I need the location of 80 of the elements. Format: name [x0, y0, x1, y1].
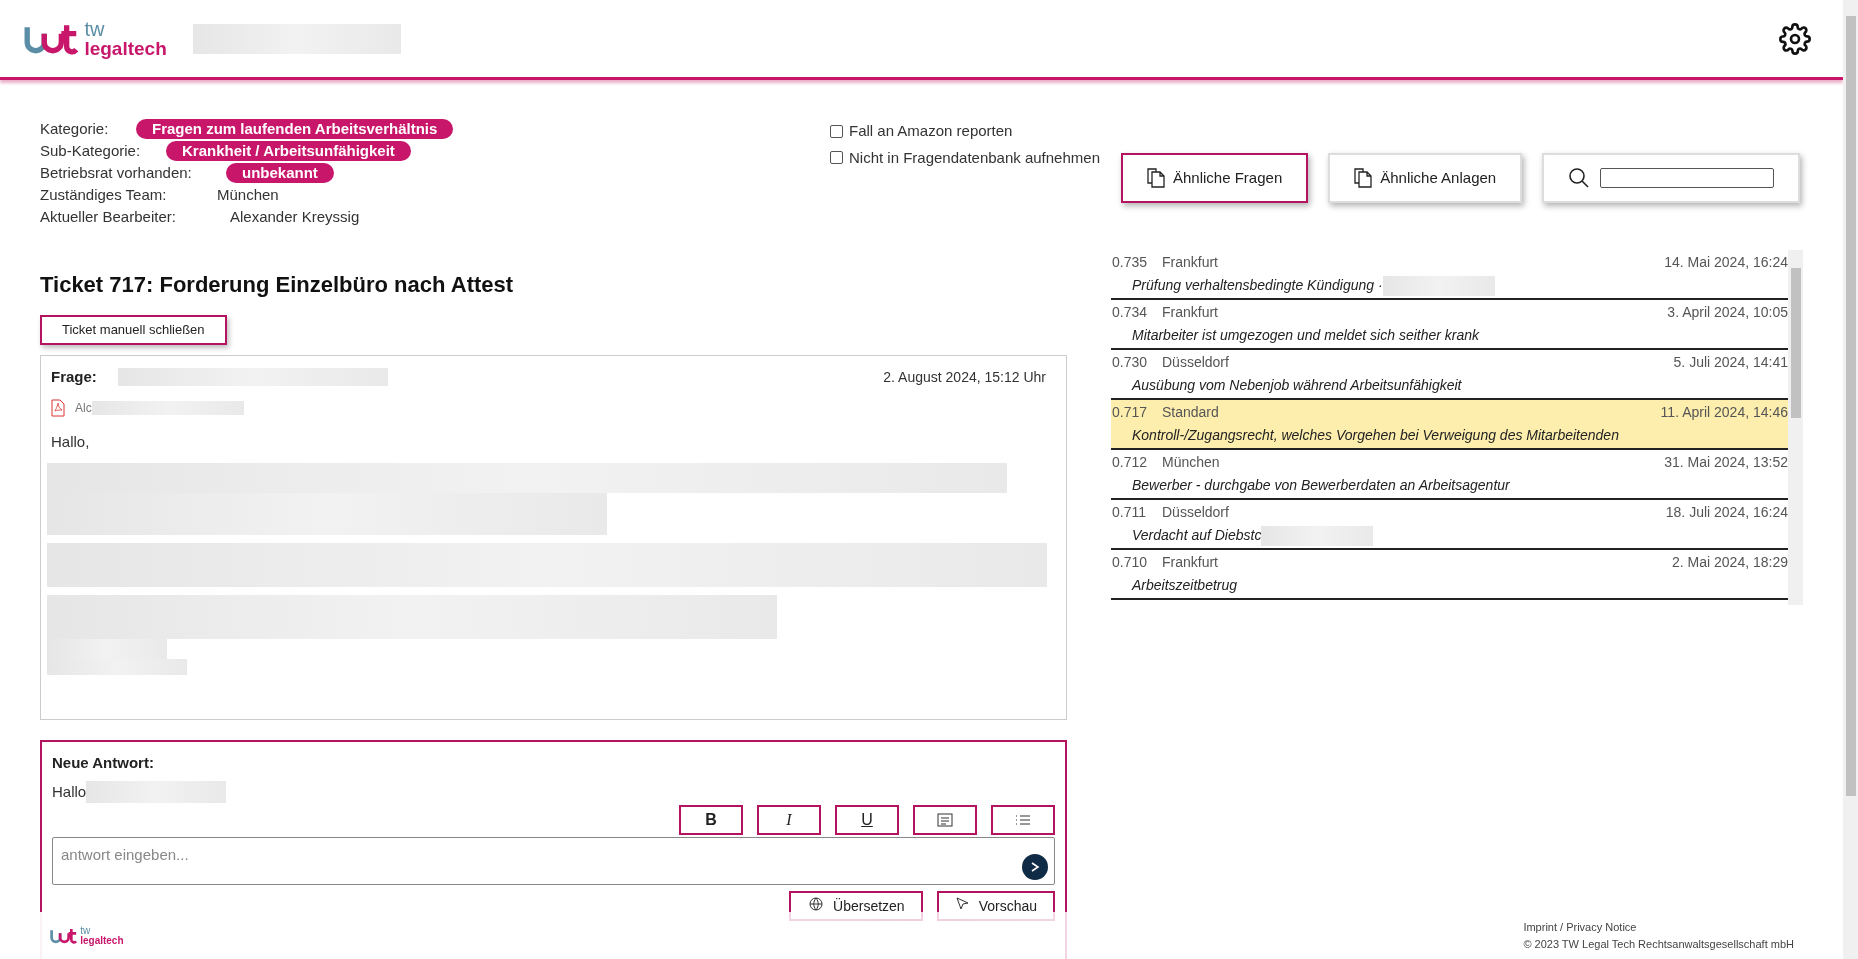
checkbox[interactable]: [830, 151, 843, 165]
similar-tab[interactable]: Ähnliche Fragen: [1121, 153, 1309, 203]
result-row[interactable]: 0.717 Standard 11. April 2024, 14:46 Kontroll-/Zugangsrecht, welches Vorgehen bei Verweigung des Mitarbeitenden: [1111, 400, 1788, 450]
result-date: 11. April 2024, 14:46: [1660, 403, 1788, 422]
result-team: Frankfurt: [1162, 553, 1218, 572]
result-team: München: [1162, 453, 1220, 472]
globe-icon: [807, 896, 826, 912]
format-button[interactable]: B: [679, 805, 743, 835]
field-label: Aktueller Bearbeiter:: [40, 206, 177, 227]
result-score: 0.711: [1112, 503, 1147, 522]
close-ticket-button[interactable]: Ticket manuell schließen: [40, 315, 227, 345]
copy-icon: [1147, 168, 1165, 188]
result-title: Verdacht auf Diebstc: [1132, 526, 1262, 545]
result-team: Düsseldorf: [1162, 353, 1229, 372]
cursor-icon: [954, 896, 971, 912]
category-tag: Fragen zum laufenden Arbeitsverhältnis: [136, 119, 454, 139]
question-label: Frage:: [51, 367, 98, 387]
search-field[interactable]: [1542, 153, 1801, 203]
format-button[interactable]: I: [757, 805, 821, 835]
field-label: Zuständiges Team:: [40, 184, 168, 205]
greeting-text: Hallo: [52, 781, 87, 802]
logo-text: legaltech: [84, 39, 167, 58]
category-tag: unbekannt: [226, 163, 334, 183]
result-date: 14. Mai 2024, 16:24: [1664, 253, 1788, 272]
checkbox[interactable]: [830, 124, 843, 138]
logo-text: legaltech: [80, 935, 124, 946]
result-team: Frankfurt: [1162, 303, 1218, 322]
answer-label: Neue Antwort:: [52, 753, 155, 773]
result-title: Arbeitszeitbetrug: [1132, 576, 1238, 595]
logo-text: tw: [80, 925, 92, 936]
greeting-text: Hallo,: [51, 431, 91, 452]
result-date: 18. Juli 2024, 16:24: [1665, 503, 1788, 522]
list-icon: [1015, 814, 1031, 826]
result-team: Düsseldorf: [1162, 503, 1229, 522]
result-score: 0.735: [1112, 253, 1149, 272]
settings-icon[interactable]: [1779, 22, 1811, 55]
checkbox-label: Fall an Amazon reporten: [849, 121, 1013, 141]
field-label: Kategorie:: [40, 118, 110, 139]
imprint-privacy-link[interactable]: Imprint / Privacy Notice: [1523, 919, 1794, 936]
attachment-name[interactable]: Alc: [75, 398, 92, 417]
copyright-text: © 2023 TW Legal Tech Rechtsanwaltsgesellschaft mbH: [1523, 936, 1794, 952]
translate-badge-icon[interactable]: [1022, 854, 1048, 880]
result-title: Prüfung verhaltensbedingte Kündigung ·: [1132, 276, 1383, 295]
page-scrollbar[interactable]: [1843, 0, 1858, 959]
scrollbar[interactable]: [1788, 250, 1803, 605]
logo-text: tw: [84, 19, 106, 39]
category-tag: Krankheit / Arbeitsunfähigkeit: [166, 141, 411, 161]
pdf-file-icon[interactable]: [51, 398, 65, 417]
result-team: Standard: [1162, 403, 1219, 422]
result-score: 0.734: [1112, 303, 1149, 322]
field-label: Betriebsrat vorhanden:: [40, 162, 193, 183]
result-date: 3. April 2024, 10:05: [1667, 303, 1788, 322]
result-date: 31. Mai 2024, 13:52: [1664, 453, 1788, 472]
result-score: 0.717: [1112, 403, 1149, 422]
text-block-icon: [937, 813, 953, 827]
result-title: Bewerber - durchgabe von Bewerberdaten an Arbeitsagentur: [1132, 476, 1510, 495]
checkbox-label: Nicht in Fragendatenbank aufnehmen: [849, 147, 1100, 168]
copy-icon: [1354, 168, 1373, 188]
result-date: 5. Juli 2024, 14:41: [1673, 353, 1788, 372]
format-button[interactable]: [991, 805, 1055, 835]
result-score: 0.730: [1112, 353, 1149, 372]
result-title: Ausübung vom Nebenjob während Arbeitsunfähigkeit: [1132, 376, 1462, 395]
question-date: 2. August 2024, 15:12 Uhr: [883, 367, 1046, 387]
result-date: 2. Mai 2024, 18:29: [1672, 553, 1788, 572]
similar-tab[interactable]: Ähnliche Anlagen: [1328, 153, 1523, 203]
result-score: 0.712: [1112, 453, 1149, 472]
field-value: Alexander Kreyssig: [230, 206, 360, 227]
logo-icon: [50, 927, 78, 944]
field-label: Sub-Kategorie:: [40, 140, 142, 161]
format-button[interactable]: U: [835, 805, 899, 835]
result-team: Frankfurt: [1162, 253, 1218, 272]
result-title: Mitarbeiter ist umgezogen und meldet sich seither krank: [1132, 326, 1480, 345]
format-button[interactable]: [913, 805, 977, 835]
logo-icon: [24, 22, 79, 55]
result-title: Kontroll-/Zugangsrecht, welches Vorgehen bei Verweigung des Mitarbeitenden: [1132, 426, 1619, 445]
field-value: München: [217, 184, 279, 205]
ticket-title: Ticket 717: Forderung Einzelbüro nach Attest: [40, 271, 515, 299]
answer-input[interactable]: antwort eingeben...: [52, 837, 1055, 885]
result-score: 0.710: [1112, 553, 1149, 572]
search-icon: [1568, 167, 1591, 189]
